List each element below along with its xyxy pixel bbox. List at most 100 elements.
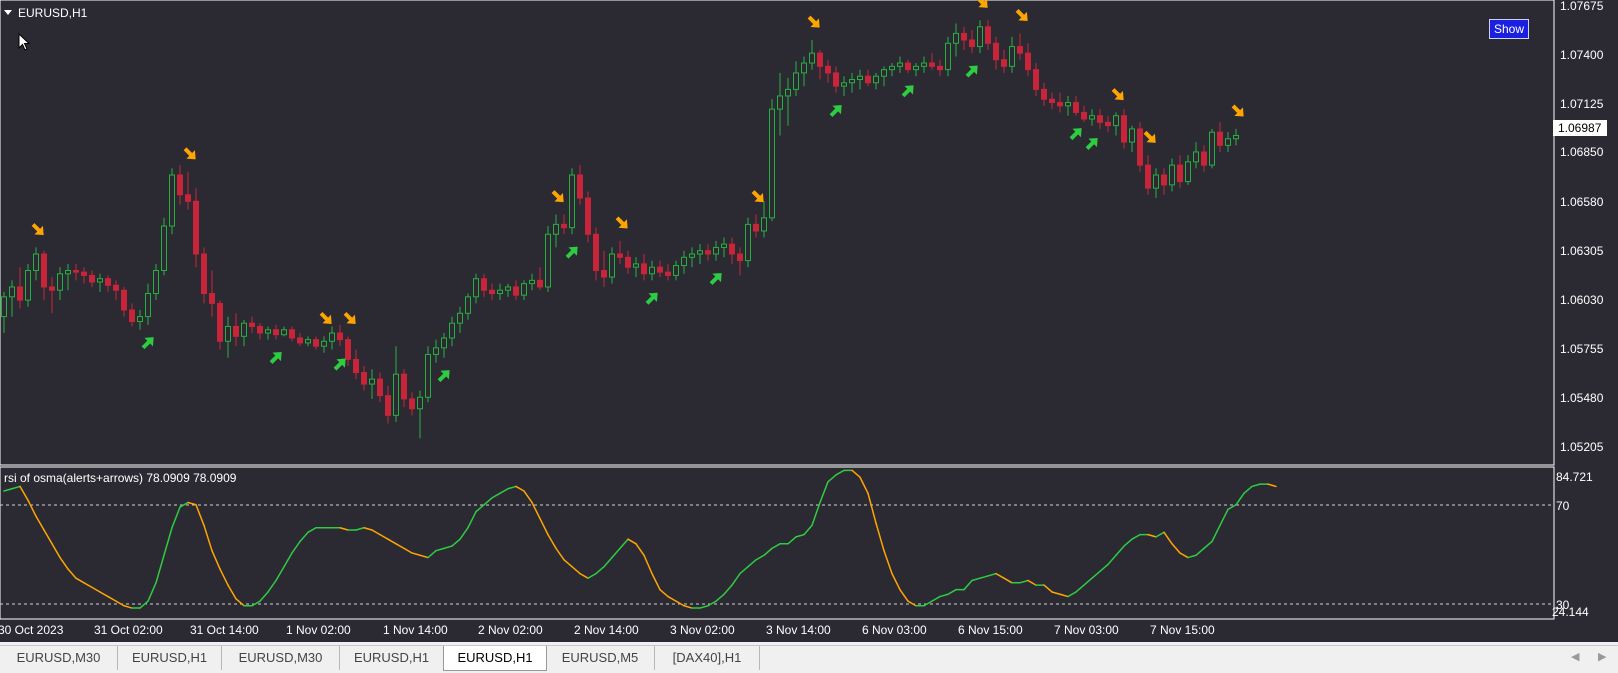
- oscillator-segment: [99, 591, 109, 598]
- tab-dax40-h1[interactable]: [DAX40],H1: [655, 646, 760, 670]
- tabs-scroll-right-icon[interactable]: ▶: [1598, 650, 1606, 663]
- oscillator-segment: [387, 538, 397, 545]
- oscillator-segment: [523, 490, 533, 504]
- candlestick: [1217, 122, 1223, 152]
- tab-eurusd-h1[interactable]: EURUSD,H1: [118, 646, 222, 670]
- price-axis-label: 1.05755: [1560, 342, 1604, 356]
- candle-body: [73, 269, 79, 273]
- oscillator-segment: [419, 554, 429, 559]
- candlestick: [185, 171, 191, 210]
- oscillator-segment: [195, 504, 205, 527]
- candlestick: [681, 250, 687, 274]
- candlestick: [457, 306, 463, 334]
- candle-body: [705, 250, 711, 255]
- candlestick: [1009, 36, 1015, 73]
- candle-body: [345, 339, 351, 360]
- candle-body: [249, 322, 255, 327]
- buy-arrow-icon: [269, 351, 282, 364]
- candlestick: [1161, 168, 1167, 195]
- candlestick: [801, 56, 807, 87]
- oscillator-segment: [275, 565, 285, 582]
- candle-body: [681, 256, 687, 267]
- tab-eurusd-m30[interactable]: EURUSD,M30: [0, 646, 118, 670]
- tab-eurusd-m5[interactable]: EURUSD,M5: [546, 646, 655, 670]
- candle-body: [33, 253, 39, 271]
- oscillator-segment: [307, 526, 317, 534]
- oscillator-segment: [115, 600, 125, 607]
- oscillator-segment: [427, 549, 437, 559]
- candle-body: [521, 283, 527, 296]
- candlestick: [505, 283, 511, 297]
- candlestick: [233, 313, 239, 347]
- oscillator-segment: [491, 492, 501, 499]
- candlestick: [25, 263, 31, 307]
- candlestick: [297, 333, 303, 347]
- candle-body: [785, 88, 791, 97]
- candle-body: [1073, 102, 1079, 113]
- candlestick: [721, 237, 727, 258]
- oscillator-segment: [1043, 584, 1053, 593]
- oscillator-segment: [507, 485, 517, 490]
- sell-arrow-icon: [551, 190, 564, 203]
- candlestick: [1121, 109, 1127, 149]
- oscillator-segment: [35, 515, 45, 531]
- buy-arrow-icon: [901, 85, 914, 98]
- tabs-scroll-left-icon[interactable]: ◀: [1571, 650, 1579, 663]
- oscillator-segment: [907, 600, 917, 607]
- tab-eurusd-h1[interactable]: EURUSD,H1: [340, 646, 444, 670]
- tab-eurusd-m30[interactable]: EURUSD,M30: [222, 646, 340, 670]
- oscillator-segment: [1155, 531, 1165, 538]
- oscillator-segment: [227, 584, 237, 600]
- sell-arrow-icon: [751, 190, 764, 203]
- candle-body: [97, 278, 103, 283]
- candlestick: [57, 267, 63, 301]
- candle-body: [633, 263, 639, 268]
- candle-body: [369, 378, 375, 385]
- candlestick: [49, 277, 55, 314]
- candle-body: [449, 322, 455, 339]
- candle-body: [1017, 46, 1023, 54]
- candle-body: [481, 278, 487, 291]
- oscillator-segment: [67, 568, 77, 579]
- oscillator-segment: [1051, 591, 1061, 596]
- sell-arrow-icon: [615, 216, 628, 229]
- candlestick: [641, 254, 647, 281]
- candlestick: [897, 56, 903, 73]
- sell-arrow-icon: [807, 15, 820, 28]
- candlestick: [1081, 105, 1087, 123]
- oscillator-segment: [675, 600, 685, 607]
- candlestick: [481, 273, 487, 297]
- candle-body: [105, 278, 111, 286]
- candle-body: [217, 302, 223, 342]
- candle-body: [529, 279, 535, 285]
- candlestick: [841, 76, 847, 96]
- candle-body: [537, 279, 543, 288]
- buy-arrow-icon: [565, 246, 578, 259]
- candlestick: [353, 349, 359, 380]
- candle-body: [713, 246, 719, 255]
- oscillator-segment: [1003, 577, 1013, 584]
- candlestick: [257, 323, 263, 340]
- sell-arrow-icon: [1111, 88, 1124, 101]
- chart-window[interactable]: EURUSD,H1 1.07675 1.07400 1.07125 1.0685…: [0, 0, 1618, 642]
- buy-arrow-icon: [645, 292, 658, 305]
- oscillator-segment: [83, 582, 93, 589]
- candlestick: [97, 273, 103, 292]
- chart-canvas[interactable]: EURUSD,H1 1.07675 1.07400 1.07125 1.0685…: [0, 0, 1618, 642]
- candlestick: [593, 227, 599, 281]
- candlestick: [1049, 92, 1055, 110]
- candlestick: [985, 20, 991, 50]
- time-axis: 30 Oct 2023 31 Oct 02:00 31 Oct 14:00 1 …: [0, 623, 1215, 637]
- candlestick: [945, 36, 951, 77]
- show-button[interactable]: Show: [1489, 19, 1529, 39]
- oscillator-segment: [1083, 577, 1093, 586]
- candle-body: [833, 72, 839, 87]
- candle-body: [1145, 164, 1151, 189]
- candlestick: [849, 72, 855, 93]
- candlestick: [529, 273, 535, 291]
- candle-body: [209, 293, 215, 304]
- oscillator-segment: [211, 549, 221, 570]
- candle-body: [457, 312, 463, 324]
- tab-eurusd-h1-active[interactable]: EURUSD,H1: [443, 646, 547, 671]
- collapse-triangle-icon[interactable]: [4, 10, 12, 15]
